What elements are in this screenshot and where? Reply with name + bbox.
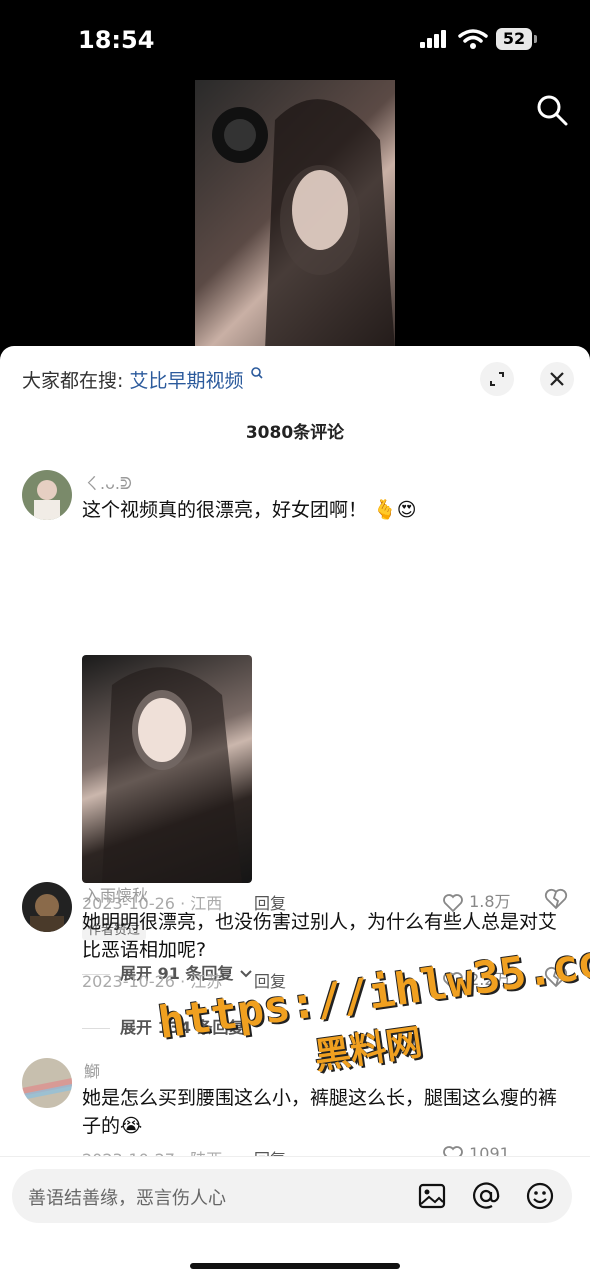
divider [82,1028,110,1029]
search-small-icon [250,367,263,379]
home-indicator [190,1263,400,1269]
chevron-down-icon [240,970,252,978]
close-button[interactable] [540,362,574,396]
cellular-signal-icon [420,30,448,48]
close-icon [550,372,564,386]
expand-button[interactable] [480,362,514,396]
comment-text: 她是怎么买到腰围这么小，裤腿这么长，腿围这么瘦的裤子的😭 [82,1087,558,1137]
comment-meta: 2023-10-26 · 江苏 [82,972,223,991]
comment-text: 这个视频真的很漂亮，好女团啊！ 🫰😍 [82,499,417,521]
avatar[interactable] [22,882,72,932]
comment-panel: 大家都在搜: 艾比早期视频 3080条评论 ㄑ.ᴗ.ᕲ 这个视频真的很漂亮，好女… [0,346,590,1280]
status-bar: 18:54 52 [0,0,590,80]
hot-search[interactable]: 大家都在搜: 艾比早期视频 [22,366,264,393]
comment-input[interactable]: 善语结善缘，恶言伤人心 [12,1169,572,1223]
video-frame-image [212,99,395,350]
comment-username[interactable]: 鰤 [84,1058,100,1082]
comment-count: 3080条评论 [245,423,345,443]
image-icon[interactable] [416,1180,448,1212]
comment-image[interactable] [82,655,252,883]
comment-username[interactable]: 入雨懐秋 [84,882,148,906]
video-player[interactable] [195,80,395,350]
expand-icon [490,372,504,386]
avatar[interactable] [22,470,72,520]
battery-indicator: 52 [496,28,537,50]
hot-search-keyword[interactable]: 艾比早期视频 [129,370,243,392]
clock: 18:54 [78,26,155,54]
mention-icon[interactable] [470,1180,502,1212]
avatar[interactable] [22,1058,72,1108]
wifi-icon [458,29,488,49]
comment-input-bar: 善语结善缘，恶言伤人心 [0,1156,590,1281]
search-icon[interactable] [536,94,568,126]
emoji-icon[interactable] [524,1180,556,1212]
broken-heart-icon[interactable] [544,888,568,910]
comment-username[interactable]: ㄑ.ᴗ.ᕲ [84,470,132,494]
hot-search-prefix: 大家都在搜: [22,370,124,392]
comment-input-placeholder: 善语结善缘，恶言伤人心 [28,1188,226,1209]
